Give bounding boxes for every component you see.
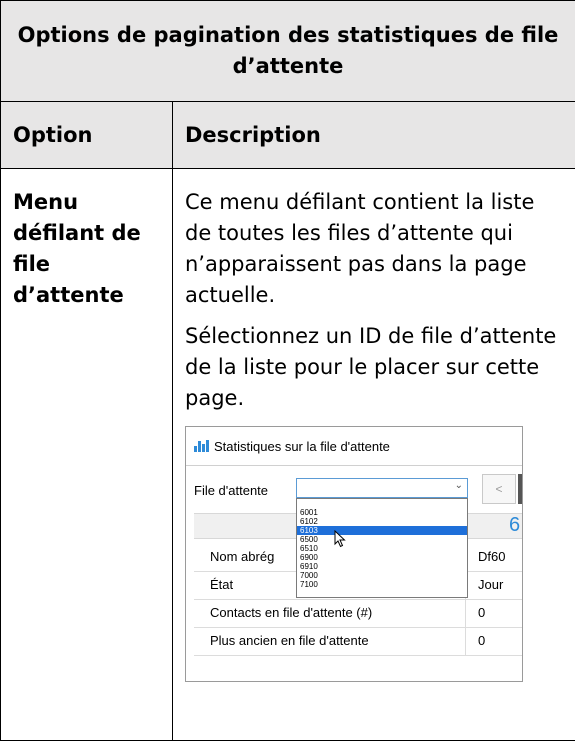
dropdown-option[interactable]: 6910: [297, 562, 467, 571]
dropdown-option[interactable]: 6510: [297, 544, 467, 553]
widget-title-bar: Statistiques sur la file d'attente: [194, 437, 390, 455]
stats-row-value: Df60: [478, 549, 505, 564]
stats-row-value: 0: [478, 605, 485, 620]
previous-page-button[interactable]: <: [482, 474, 516, 504]
stats-row-label: Plus ancien en file d'attente: [210, 633, 369, 648]
dropdown-option[interactable]: 6900: [297, 553, 467, 562]
stats-row-value: Jour: [478, 577, 503, 592]
option-name: Menu défilant de file d’attente: [13, 190, 141, 307]
column-header-option: Option: [1, 102, 173, 169]
queue-label: File d'attente: [194, 483, 268, 498]
dropdown-option[interactable]: 7100: [297, 580, 467, 589]
next-page-button-edge[interactable]: [518, 474, 522, 504]
description-paragraph-2: Sélectionnez un ID de file d’attente de …: [185, 321, 563, 414]
widget-title: Statistiques sur la file d'attente: [214, 439, 390, 454]
description-cell: Ce menu défilant contient la liste de to…: [173, 169, 575, 741]
stats-row-label: État: [210, 577, 233, 592]
pagination-options-table: Options de pagination des statistiques d…: [0, 0, 575, 741]
stats-row-value: 0: [478, 633, 485, 648]
stats-row: Contacts en file d'attente (#) 0: [194, 599, 522, 628]
dropdown-option[interactable]: 6102: [297, 517, 467, 526]
dropdown-option[interactable]: 6001: [297, 508, 467, 517]
queue-dropdown-list[interactable]: 6001 6102 6103 6500 6510 6900 6910 7000 …: [296, 498, 468, 598]
description-paragraph-1: Ce menu défilant contient la liste de to…: [185, 187, 563, 311]
dropdown-option[interactable]: 7000: [297, 571, 467, 580]
column-header-description: Description: [173, 102, 575, 169]
chevron-down-icon[interactable]: ⌄: [455, 480, 463, 491]
stats-row-label: Contacts en file d'attente (#): [210, 605, 372, 620]
bar-chart-icon: [194, 440, 209, 452]
stats-row-label: Nom abrég: [210, 549, 274, 564]
option-name-cell: Menu défilant de file d’attente: [1, 169, 173, 741]
queue-statistics-screenshot: Statistiques sur la file d'attente File …: [185, 426, 523, 682]
stats-column-header-value: 6: [509, 513, 520, 537]
dropdown-option-selected[interactable]: 6103: [297, 526, 467, 535]
table-title: Options de pagination des statistiques d…: [1, 1, 575, 102]
queue-dropdown[interactable]: ⌄: [296, 478, 468, 498]
mouse-pointer-icon: [334, 530, 346, 548]
title-divider: [186, 465, 522, 466]
stats-row: Plus ancien en file d'attente 0: [194, 627, 522, 656]
dropdown-option[interactable]: 6500: [297, 535, 467, 544]
